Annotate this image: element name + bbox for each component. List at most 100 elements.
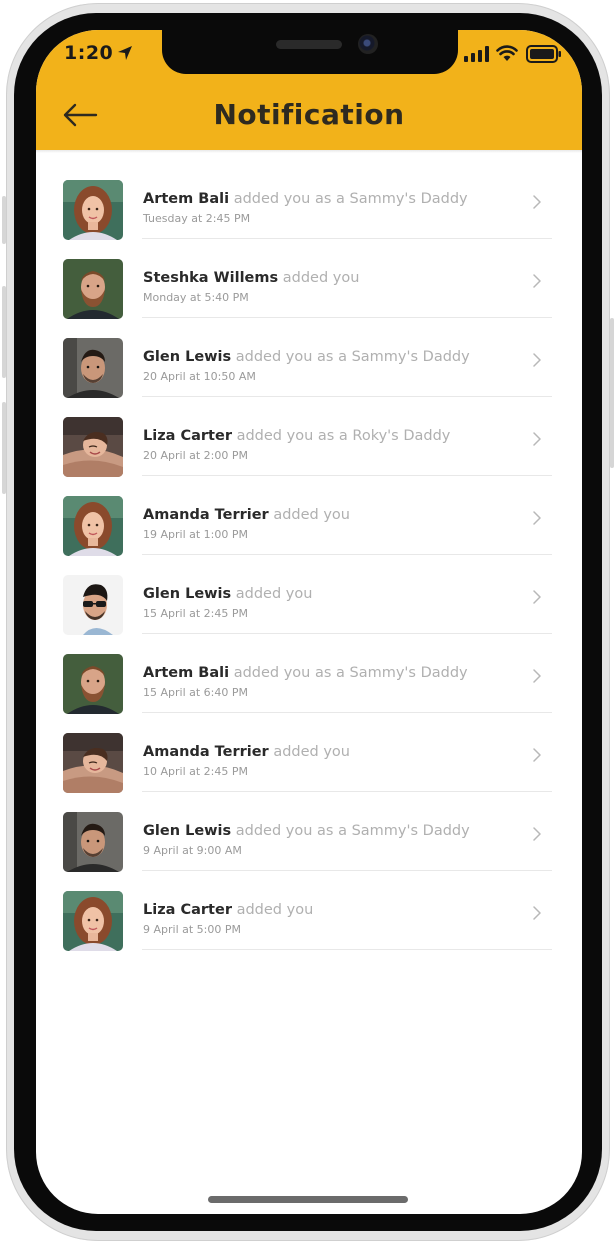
notification-text: Liza Carter added you 9 April at 5:00 PM [143,901,523,936]
notification-name: Amanda Terrier [143,507,269,523]
notification-name: Glen Lewis [143,823,232,839]
battery-icon [526,45,561,63]
power-button [610,318,614,468]
row-divider [142,554,552,555]
notification-row[interactable]: Glen Lewis added you as a Sammy's Daddy 2… [36,338,582,417]
home-indicator[interactable] [208,1196,408,1203]
notification-name: Steshka Willems [143,270,279,286]
notification-row[interactable]: Glen Lewis added you 15 April at 2:45 PM [36,575,582,654]
notification-action: added you [235,586,313,602]
notification-text: Artem Bali added you as a Sammy's Daddy 1… [143,664,523,699]
row-divider [142,475,552,476]
notification-action: added you [273,507,350,523]
row-divider [142,238,552,239]
notification-message: Liza Carter added you as a Roky's Daddy [143,427,523,445]
notification-row[interactable]: Artem Bali added you as a Sammy's Daddy T… [36,180,582,259]
notification-message: Artem Bali added you as a Sammy's Daddy [143,190,523,208]
avatar [63,812,123,872]
notification-time: 20 April at 10:50 AM [143,370,256,383]
notification-time: 10 April at 2:45 PM [143,765,249,778]
notification-name: Glen Lewis [143,349,232,365]
notification-row[interactable]: Artem Bali added you as a Sammy's Daddy 1… [36,654,582,733]
wifi-icon [496,45,518,61]
row-divider [142,317,552,318]
location-arrow-icon [118,46,132,60]
row-divider [142,396,552,397]
notification-message: Amanda Terrier added you [143,506,523,524]
row-divider [142,791,552,792]
notification-time: Monday at 5:40 PM [143,291,249,304]
notification-row[interactable]: Liza Carter added you 9 April at 5:00 PM [36,891,582,970]
chevron-right-icon [532,668,542,683]
notification-action: added you as a Sammy's Daddy [235,349,470,365]
row-divider [142,712,552,713]
notification-name: Artem Bali [143,665,230,681]
chevron-right-icon [532,510,542,525]
chevron-right-icon [532,747,542,762]
page-title: Notification [213,98,405,131]
notification-row[interactable]: Amanda Terrier added you 10 April at 2:45… [36,733,582,812]
chevron-right-icon [532,273,542,288]
notification-message: Amanda Terrier added you [143,743,523,761]
notification-name: Liza Carter [143,428,232,444]
chevron-right-icon [532,431,542,446]
notification-text: Glen Lewis added you as a Sammy's Daddy 9… [143,822,523,857]
notification-action: added you [282,270,360,286]
notification-time: Tuesday at 2:45 PM [143,212,251,225]
chevron-right-icon [532,826,542,841]
notification-time: 19 April at 1:00 PM [143,528,249,541]
notification-name: Amanda Terrier [143,744,269,760]
notification-message: Glen Lewis added you as a Sammy's Daddy [143,822,523,840]
notification-text: Glen Lewis added you as a Sammy's Daddy 2… [143,348,523,383]
avatar [63,891,123,951]
notification-row[interactable]: Amanda Terrier added you 19 April at 1:00… [36,496,582,575]
silent-switch [2,196,6,244]
notification-row[interactable]: Liza Carter added you as a Roky's Daddy 2… [36,417,582,496]
notification-text: Amanda Terrier added you 19 April at 1:00… [143,506,523,541]
front-camera [358,34,378,54]
notification-message: Artem Bali added you as a Sammy's Daddy [143,664,523,682]
row-divider [142,949,552,950]
notification-time: 15 April at 6:40 PM [143,686,249,699]
notification-list: Artem Bali added you as a Sammy's Daddy T… [36,180,582,970]
volume-down-button [2,402,6,494]
notification-action: added you [273,744,350,760]
avatar [63,180,123,240]
chevron-right-icon [532,905,542,920]
notification-action: added you as a Sammy's Daddy [233,191,468,207]
chevron-right-icon [532,589,542,604]
notification-action: added you [236,902,314,918]
notification-text: Artem Bali added you as a Sammy's Daddy T… [143,190,523,225]
avatar [63,338,123,398]
speaker-grille [276,40,342,49]
row-divider [142,633,552,634]
notification-message: Steshka Willems added you [143,269,523,287]
cellular-signal-icon [464,46,489,62]
chevron-right-icon [532,194,542,209]
notification-action: added you as a Sammy's Daddy [233,665,468,681]
notification-message: Liza Carter added you [143,901,523,919]
notification-name: Glen Lewis [143,586,232,602]
phone-screen: 1:20 Notification Artem Bali added you a… [36,30,582,1214]
row-divider [142,870,552,871]
notification-time: 20 April at 2:00 PM [143,449,249,462]
status-time: 1:20 [64,42,114,64]
notification-row[interactable]: Steshka Willems added you Monday at 5:40 … [36,259,582,338]
notification-message: Glen Lewis added you as a Sammy's Daddy [143,348,523,366]
notification-time: 9 April at 9:00 AM [143,844,242,857]
chevron-right-icon [532,352,542,367]
notification-action: added you as a Sammy's Daddy [235,823,470,839]
avatar [63,575,123,635]
notification-name: Artem Bali [143,191,230,207]
notch [162,30,458,74]
notification-text: Liza Carter added you as a Roky's Daddy 2… [143,427,523,462]
notification-time: 15 April at 2:45 PM [143,607,249,620]
avatar [63,654,123,714]
avatar [63,259,123,319]
avatar [63,733,123,793]
notification-message: Glen Lewis added you [143,585,523,603]
avatar [63,496,123,556]
notification-text: Amanda Terrier added you 10 April at 2:45… [143,743,523,778]
notification-row[interactable]: Glen Lewis added you as a Sammy's Daddy 9… [36,812,582,891]
notification-time: 9 April at 5:00 PM [143,923,242,936]
